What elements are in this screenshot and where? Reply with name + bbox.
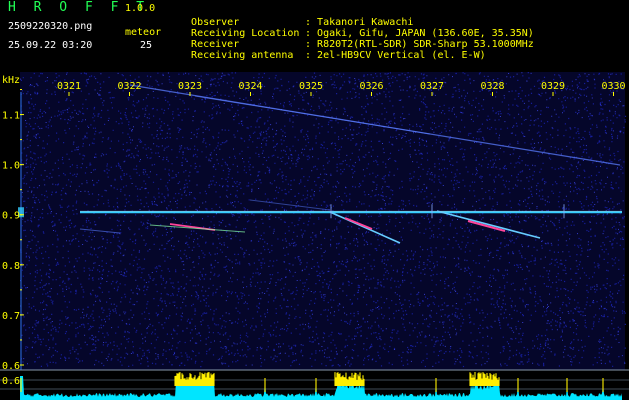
x-tick-label: 0322 — [117, 81, 141, 92]
y-tick-label: 1.0 — [2, 161, 20, 172]
x-tick-label: 0326 — [359, 81, 383, 92]
y-tick-label: 0.8 — [2, 261, 20, 272]
x-tick-label: 0323 — [178, 81, 202, 92]
level-axis-label: 0.6 — [2, 376, 20, 387]
spectrogram-plot: kHz 1.1 1.0 0.9 0.8 0.7 0.6 0321 0322 0323 0324 032… — [0, 72, 629, 400]
x-tick-label: 0327 — [420, 81, 444, 92]
y-tick-label: 0.7 — [2, 311, 20, 322]
x-tick-label: 0328 — [480, 81, 504, 92]
x-tick-label: 0325 — [299, 81, 323, 92]
level-meter: 0.6 — [0, 369, 629, 400]
y-tick-label: 0.9 — [2, 211, 20, 222]
x-tick-label: 0324 — [238, 81, 262, 92]
x-tick-label: 0329 — [541, 81, 565, 92]
y-tick-label: 1.1 — [2, 111, 20, 122]
x-tick-label: 0321 — [57, 81, 81, 92]
x-tick-label: 0330 — [601, 81, 625, 92]
y-axis-label: kHz — [2, 75, 20, 86]
